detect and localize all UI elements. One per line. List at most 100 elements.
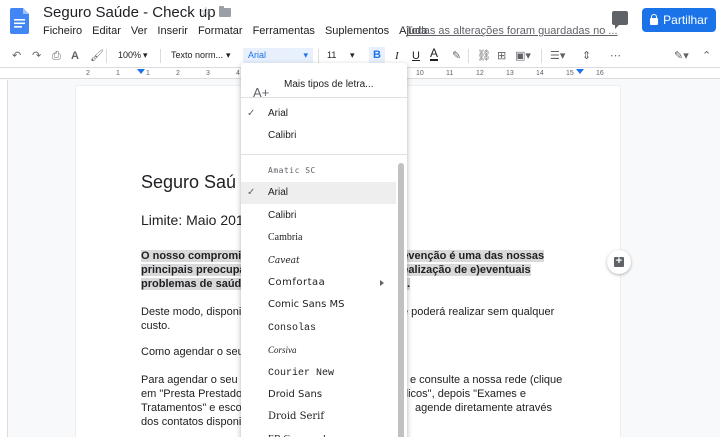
menu-ficheiro[interactable]: Ficheiro [43, 25, 82, 37]
spellcheck-icon[interactable]: A [71, 49, 79, 63]
add-comment-button[interactable] [607, 250, 631, 274]
chevron-down-icon: ▾ [226, 50, 231, 60]
font-select[interactable]: Arial ▾ [243, 48, 313, 64]
star-icon[interactable]: ☆ [200, 4, 212, 20]
ruler-number: 10 [416, 70, 424, 77]
folder-icon[interactable] [219, 6, 231, 17]
font-option-corsiva[interactable]: Corsiva [241, 339, 396, 361]
paragraph-line[interactable]: revenção é uma das nossas [398, 250, 545, 262]
font-option-comic-sans-ms[interactable]: Comic Sans MS [241, 294, 396, 316]
redo-icon[interactable]: ↷ [32, 49, 41, 63]
menu-editar[interactable]: Editar [92, 25, 121, 37]
font-option-consolas[interactable]: Consolas [241, 317, 396, 339]
font-option-label: Droid Sans [268, 389, 323, 400]
paragraph-line[interactable]: Para agendar o seu cl [141, 374, 249, 386]
font-menu: A+ Mais tipos de letra... ✓ Arial Calibri … [241, 63, 407, 437]
font-option-comfortaa[interactable]: Comfortaa [241, 272, 396, 294]
font-option-droid-sans[interactable]: Droid Sans [241, 384, 396, 406]
chevron-down-icon: ▾ [350, 50, 355, 60]
paragraph-line[interactable]: dos contatos disponib [141, 416, 247, 428]
paragraph-line[interactable]: problemas de saúde [141, 278, 248, 290]
print-icon[interactable]: ⎙ [52, 49, 61, 63]
underline-button[interactable]: U [412, 49, 420, 63]
editing-mode-icon[interactable]: ✎▾ [674, 49, 689, 63]
app-header: Seguro Saúde - Check up ☆ Ficheiro Edita… [0, 0, 720, 44]
menu-formatar[interactable]: Formatar [198, 25, 243, 37]
font-size-select[interactable]: 11 [327, 50, 336, 60]
right-indent-marker[interactable] [576, 69, 584, 74]
align-icon[interactable]: ☰▾ [550, 49, 565, 63]
paint-format-icon[interactable]: 🖌 [90, 49, 104, 63]
bold-button[interactable]: B [369, 47, 385, 64]
font-option-label: Comfortaa [268, 277, 326, 288]
highlight-icon[interactable]: ✎ [452, 49, 461, 63]
add-comment-icon[interactable]: ⊞ [497, 49, 506, 63]
zoom-select[interactable]: 100% [118, 50, 141, 60]
link-icon[interactable]: ⛓ [477, 49, 491, 63]
ruler-number: 14 [536, 70, 544, 77]
menu-ver[interactable]: Ver [131, 25, 148, 37]
share-label: Partilhar [663, 13, 708, 27]
menu-suplementos[interactable]: Suplementos [325, 25, 389, 37]
font-option-caveat[interactable]: Caveat [241, 250, 396, 272]
font-option-label: Arial [268, 108, 289, 119]
document-heading[interactable]: Seguro Saú [141, 172, 236, 193]
line-spacing-icon[interactable]: ⇕ [582, 49, 591, 63]
insert-image-icon[interactable]: ▣▾ [515, 49, 531, 63]
paragraph-line[interactable]: custo. [141, 320, 170, 332]
paragraph-line[interactable]: Como agendar o seu c [141, 346, 252, 358]
font-option-label: Comic Sans MS [268, 299, 345, 311]
paragraph-line[interactable]: Deste modo, disponib [141, 306, 247, 318]
save-status[interactable]: Todas as alterações foram guardadas no .… [406, 25, 618, 37]
style-select[interactable]: Texto norm... [171, 50, 223, 60]
text-color-button[interactable]: A [430, 46, 439, 61]
document-subheading[interactable]: Limite: Maio 201 [141, 212, 244, 228]
ruler-number: 13 [506, 70, 514, 77]
comments-icon[interactable] [612, 11, 628, 29]
paragraph-line[interactable]: e poderá realizar sem qualquer [402, 306, 554, 318]
chevron-down-icon: ▾ [303, 50, 308, 60]
font-option-arial[interactable]: ✓ Arial [241, 182, 396, 205]
paragraph-line[interactable]: O nosso compromis [141, 250, 248, 262]
ruler-number: 1 [116, 70, 120, 77]
paragraph-line[interactable]: principais preocupa [141, 264, 246, 276]
paragraph-line[interactable]: agende diretamente através [415, 402, 552, 414]
font-option-calibri[interactable]: Calibri [241, 205, 396, 227]
menu-scrollbar[interactable] [398, 163, 404, 437]
indent-marker[interactable] [137, 69, 145, 74]
font-option-courier-new[interactable]: Courier New [241, 362, 396, 384]
ruler-number: 1 [146, 70, 150, 77]
font-option-droid-serif[interactable]: Droid Serif [241, 406, 396, 428]
font-option-eb-garamond[interactable]: EB Garamond [241, 429, 396, 437]
paragraph-line[interactable]: dicos", depois "Exames e [402, 388, 526, 400]
ruler-number: 15 [566, 70, 574, 77]
ruler-number: 4 [236, 70, 240, 77]
menu-ferramentas[interactable]: Ferramentas [253, 25, 315, 37]
ruler-number: 2 [176, 70, 180, 77]
more-icon[interactable]: ⋯ [610, 49, 621, 63]
font-option-label: Courier New [268, 367, 335, 379]
docs-logo-icon[interactable] [10, 8, 29, 34]
font-option-arial[interactable]: ✓ Arial [241, 103, 396, 125]
undo-icon[interactable]: ↶ [12, 49, 21, 63]
font-option-cambria[interactable]: Cambria [241, 227, 396, 249]
left-rail [0, 80, 8, 437]
paragraph-line[interactable]: Tratamentos" e escolh [141, 402, 250, 414]
italic-button[interactable]: I [395, 49, 399, 63]
font-option-calibri[interactable]: Calibri [241, 125, 396, 147]
font-option-amatic-sc[interactable]: Amatic SC [241, 160, 396, 182]
font-option-label: Cambria [268, 232, 303, 244]
font-option-label: Caveat [268, 255, 300, 266]
paragraph-line[interactable]: e consulte a nossa rede (clique [410, 374, 562, 386]
lock-icon [650, 13, 659, 25]
paragraph-line[interactable]: em "Presta Prestadore [141, 388, 252, 400]
collapse-icon[interactable]: ⌃ [702, 49, 711, 63]
font-option-label: Corsiva [268, 345, 297, 356]
chevron-down-icon: ▾ [143, 50, 148, 60]
share-button[interactable]: Partilhar [642, 8, 716, 32]
font-option-label: Consolas [268, 322, 317, 334]
ruler-number: 11 [446, 70, 454, 77]
paragraph-line[interactable]: realização de e)eventuais [398, 264, 531, 276]
menu-inserir[interactable]: Inserir [157, 25, 188, 37]
document-title[interactable]: Seguro Saúde - Check up [43, 4, 216, 21]
